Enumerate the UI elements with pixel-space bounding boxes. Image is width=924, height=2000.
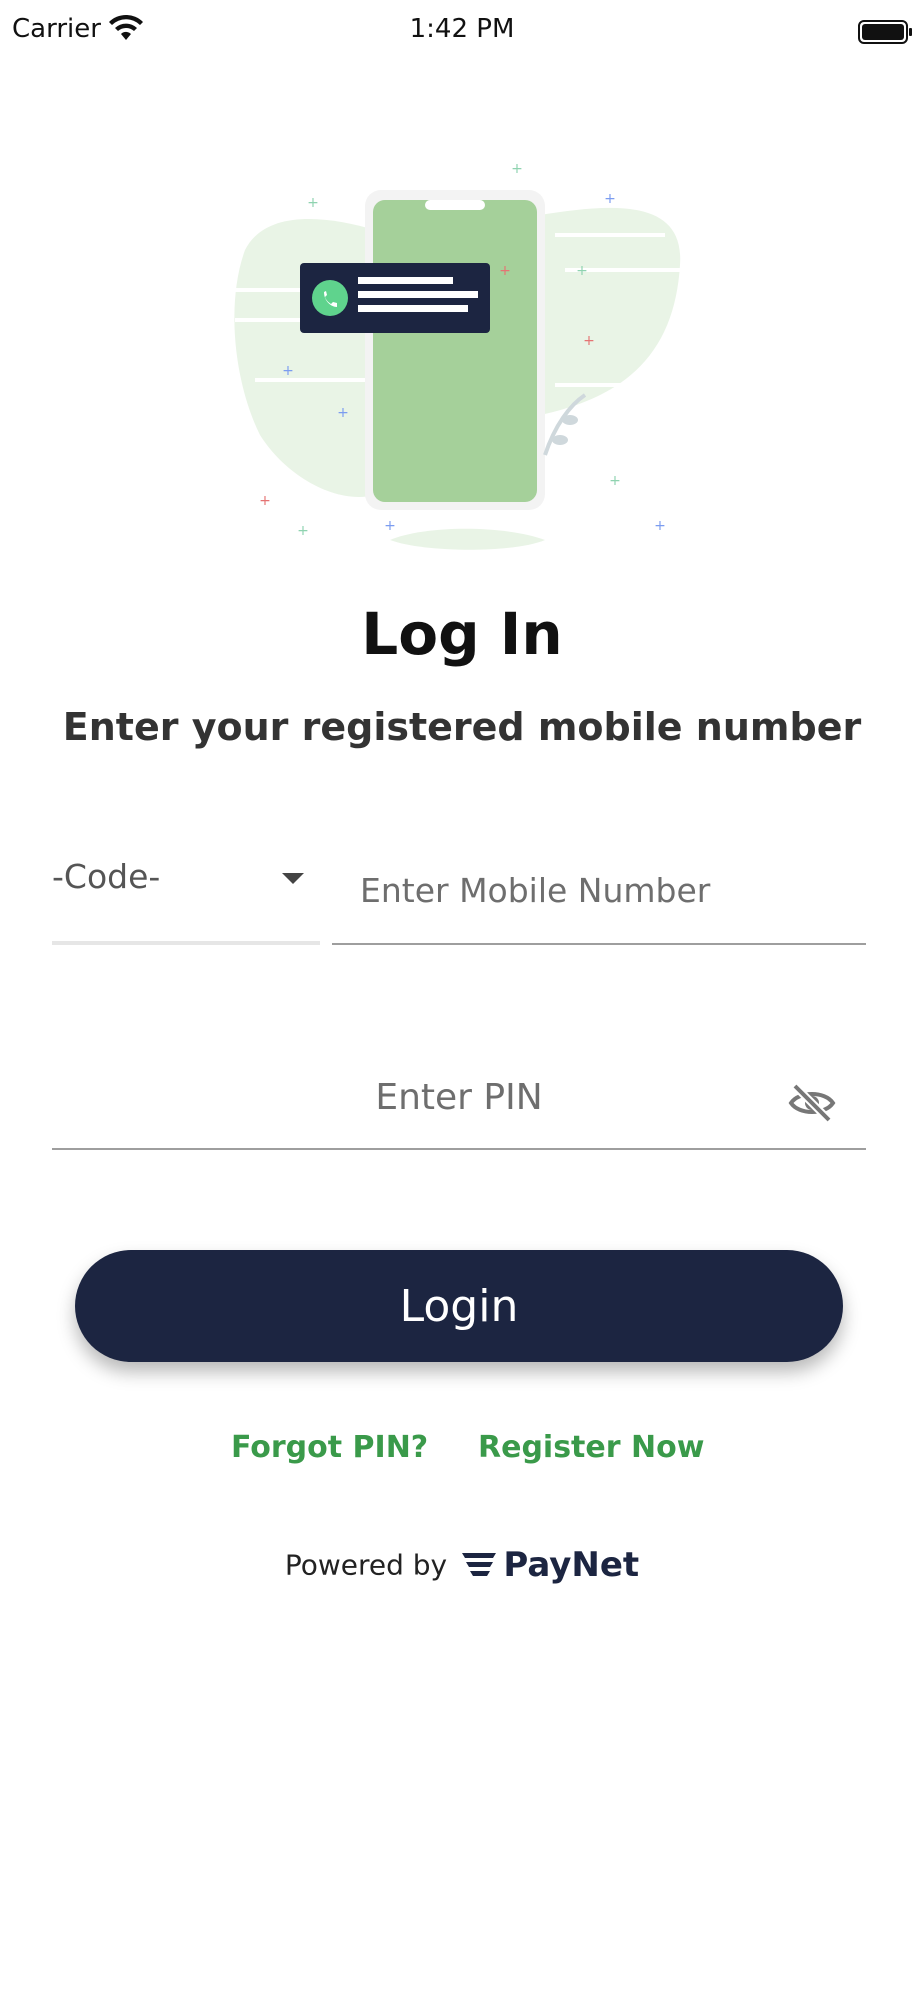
page-title: Log In — [361, 600, 563, 668]
caret-down-icon — [282, 873, 304, 884]
pin-input[interactable] — [52, 1070, 866, 1124]
country-code-label: -Code- — [52, 857, 161, 896]
svg-text:+: + — [384, 518, 396, 534]
paynet-mark-icon — [462, 1553, 497, 1576]
country-code-dropdown[interactable]: -Code- — [52, 845, 320, 945]
battery-icon — [858, 20, 912, 44]
powered-by-footer: Powered by PayNet — [0, 1545, 924, 1585]
paynet-logo: PayNet — [462, 1545, 639, 1585]
mobile-number-field-container — [332, 845, 866, 945]
svg-text:+: + — [604, 191, 616, 207]
svg-text:+: + — [282, 363, 294, 379]
register-now-link[interactable]: Register Now — [478, 1430, 704, 1465]
svg-text:+: + — [576, 263, 588, 279]
phone-call-illustration: + + + + + + + + + + + + + — [225, 161, 681, 550]
svg-text:+: + — [499, 263, 511, 279]
forgot-pin-link[interactable]: Forgot PIN? — [231, 1430, 428, 1465]
page-subtitle: Enter your registered mobile number — [62, 705, 862, 749]
svg-text:+: + — [337, 405, 349, 421]
status-time: 1:42 PM — [409, 14, 515, 44]
svg-text:+: + — [307, 195, 319, 211]
svg-text:+: + — [654, 518, 666, 534]
paynet-brand-name: PayNet — [503, 1545, 640, 1585]
eye-off-icon[interactable] — [787, 1078, 837, 1128]
svg-text:+: + — [259, 493, 271, 509]
login-button[interactable]: Login — [75, 1250, 843, 1362]
mobile-number-input[interactable] — [360, 865, 840, 915]
svg-text:+: + — [583, 333, 595, 349]
svg-text:+: + — [297, 523, 309, 539]
pin-field-container — [52, 1040, 866, 1150]
svg-text:+: + — [609, 473, 621, 489]
powered-by-label: Powered by — [284, 1548, 448, 1582]
svg-text:+: + — [511, 161, 523, 177]
